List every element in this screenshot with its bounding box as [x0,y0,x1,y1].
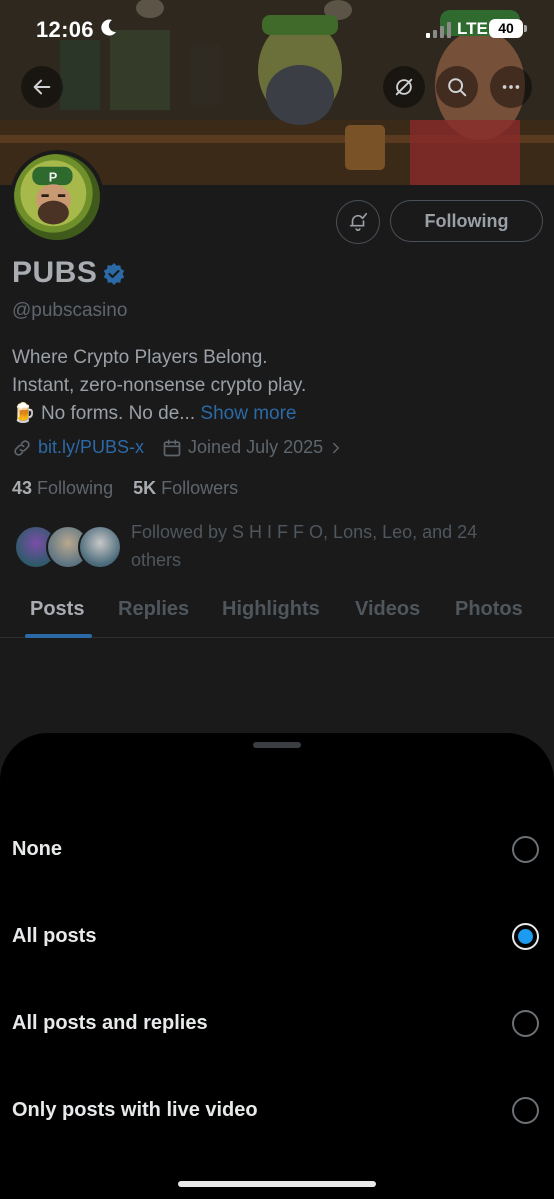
home-indicator [178,1181,376,1187]
option-all-posts[interactable]: All posts [0,907,554,967]
bio-line-2: Instant, zero-nonsense crypto play. [12,375,307,396]
bio-line-3: 🍺 No forms. No de... Show more [12,400,306,428]
option-label: Only posts with live video [12,1099,258,1121]
option-all-posts-and-replies[interactable]: All posts and replies [0,994,554,1054]
calendar-icon [163,439,181,456]
option-live-video[interactable]: Only posts with live video [0,1081,554,1141]
option-label: All posts and replies [12,1012,208,1034]
following-label: Following [37,478,114,498]
bell-check-icon [349,212,368,232]
search-button[interactable] [436,66,478,108]
profile-meta: bit.ly/PUBS-x Joined July 2025 [12,437,351,458]
arrow-left-icon [33,79,51,95]
status-time: 12:06 [36,17,94,42]
followers-stat[interactable]: 5K Followers [133,478,238,498]
option-none[interactable]: None [0,820,554,880]
signal-icon [426,22,451,38]
radio-none[interactable] [512,836,539,863]
followed-by-text[interactable]: Followed by S H I F F O, Lons, Leo, and … [131,518,501,574]
svg-text:P: P [49,169,58,184]
grok-icon [395,78,413,96]
back-button[interactable] [21,66,63,108]
following-stat[interactable]: 43 Following [12,478,113,498]
radio-all-posts[interactable] [512,923,539,950]
following-button[interactable]: Following [390,200,543,242]
status-bar: 12:06 LTE 40 [0,0,554,58]
bio-truncated: No forms. No de... [40,403,196,424]
tab-replies[interactable]: Replies [118,598,189,621]
profile-link[interactable]: bit.ly/PUBS-x [38,437,144,458]
search-icon [448,78,467,97]
grok-button[interactable] [383,66,425,108]
active-tab-indicator [25,634,92,638]
chevron-right-icon[interactable] [327,439,345,457]
network-label: LTE [457,19,488,38]
followers-label: Followers [161,478,239,498]
option-label: None [12,838,62,860]
moon-icon [101,19,116,36]
verified-badge-icon [103,263,125,285]
tab-highlights[interactable]: Highlights [222,598,320,621]
more-icon [502,85,520,89]
follow-stats: 43 Following 5K Followers [12,478,238,499]
follower-avatar [78,525,122,569]
avatar-illustration: P [14,154,93,233]
radio-all-posts-and-replies[interactable] [512,1010,539,1037]
notifications-button[interactable] [336,200,380,244]
tab-videos[interactable]: Videos [355,598,420,621]
following-count: 43 [12,478,33,498]
more-button[interactable] [490,66,532,108]
bio: Where Crypto Players Belong. Instant, ze… [12,344,306,428]
link-icon [14,439,30,456]
handle: @pubscasino [12,300,128,321]
option-label: All posts [12,925,97,947]
beer-emoji: 🍺 [12,403,36,424]
bio-line-1: Where Crypto Players Belong. [12,347,268,368]
profile-tabs: Posts Replies Highlights Videos Photos [0,590,554,638]
battery-tip [524,25,527,32]
battery-indicator: 40 [489,19,523,38]
display-name: PUBS [12,256,98,289]
followed-by-avatars[interactable] [14,525,124,571]
joined-date: Joined July 2025 [188,437,324,457]
followers-count: 5K [133,478,157,498]
avatar[interactable]: P [10,150,104,244]
notification-settings-sheet: None All posts All posts and replies Onl… [0,733,554,1199]
show-more-link[interactable]: Show more [200,403,296,424]
sheet-drag-handle[interactable] [253,742,301,748]
tab-posts[interactable]: Posts [30,598,84,621]
tab-photos[interactable]: Photos [455,598,523,621]
radio-live-video[interactable] [512,1097,539,1124]
